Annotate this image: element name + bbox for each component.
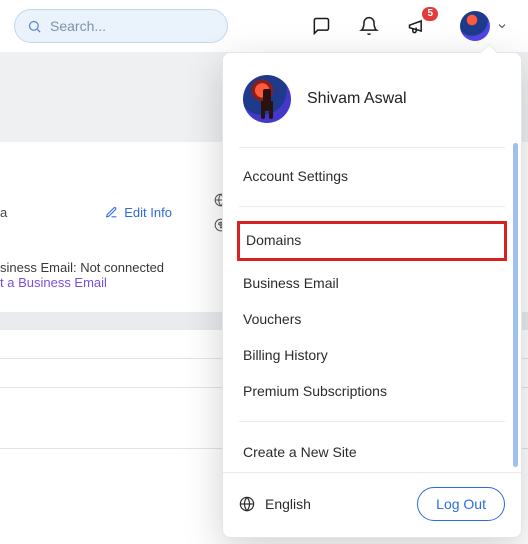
edit-info-label: Edit Info	[124, 205, 172, 220]
menu-create-new-site[interactable]: Create a New Site	[223, 434, 521, 470]
avatar	[460, 11, 490, 41]
scrollbar[interactable]	[513, 143, 518, 467]
profile-menu-trigger[interactable]	[460, 11, 508, 41]
menu-business-email[interactable]: Business Email	[223, 265, 521, 301]
business-email-link[interactable]: t a Business Email	[0, 275, 107, 290]
highlight-box: Domains	[237, 221, 507, 261]
chevron-down-icon	[496, 20, 508, 32]
language-selector[interactable]: English	[239, 496, 311, 512]
globe-icon	[239, 496, 255, 512]
menu-premium-subscriptions[interactable]: Premium Subscriptions	[223, 373, 521, 409]
pencil-icon	[105, 206, 118, 219]
avatar	[243, 75, 291, 123]
language-label: English	[265, 496, 311, 512]
top-icon-group: 5	[310, 11, 514, 41]
search-input[interactable]	[50, 18, 190, 34]
menu-account-settings[interactable]: Account Settings	[223, 158, 521, 194]
top-bar: 5	[0, 0, 528, 52]
menu-domains[interactable]: Domains	[246, 232, 498, 248]
menu-billing-history[interactable]: Billing History	[223, 337, 521, 373]
announcement-button[interactable]: 5	[406, 15, 428, 37]
notification-badge: 5	[422, 7, 438, 21]
edit-info-link[interactable]: Edit Info	[105, 205, 172, 220]
truncated-text: a	[0, 205, 7, 220]
profile-dropdown: Shivam Aswal Account Settings Domains Bu…	[222, 52, 522, 538]
logout-button[interactable]: Log Out	[417, 487, 505, 521]
bell-button[interactable]	[358, 15, 380, 37]
search-icon	[27, 19, 42, 34]
bell-icon	[359, 16, 379, 36]
search-field[interactable]	[14, 9, 228, 43]
menu-vouchers[interactable]: Vouchers	[223, 301, 521, 337]
chat-icon	[311, 16, 331, 36]
chat-button[interactable]	[310, 15, 332, 37]
dropdown-header: Shivam Aswal	[223, 53, 521, 147]
user-name: Shivam Aswal	[307, 90, 407, 108]
dropdown-footer: English Log Out	[223, 472, 521, 537]
dropdown-arrow	[481, 45, 497, 53]
